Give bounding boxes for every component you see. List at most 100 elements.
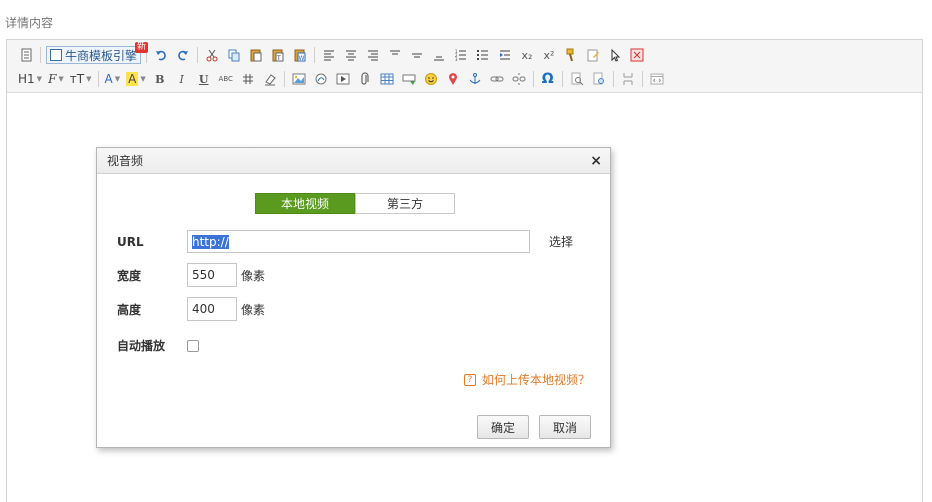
toolbar-separator <box>283 71 285 87</box>
url-input[interactable]: http:// <box>187 230 530 253</box>
special-chars-button[interactable]: Ω <box>537 69 559 89</box>
width-input[interactable]: 550 <box>187 263 237 287</box>
page-break-icon[interactable] <box>617 69 639 89</box>
toolbar-row-2: H1 ▼ F ▼ тT ▼ A ▼ A ▼ B I U ABC Ω <box>15 67 918 91</box>
attachment-icon[interactable] <box>354 69 376 89</box>
toolbar-separator <box>532 71 534 87</box>
chevron-down-icon: ▼ <box>140 75 146 83</box>
font-size-label: тT <box>69 72 85 86</box>
italic-button[interactable]: I <box>171 69 193 89</box>
code-block-icon[interactable] <box>646 69 668 89</box>
image-icon[interactable] <box>288 69 310 89</box>
table-icon[interactable] <box>376 69 398 89</box>
highlight-label: A <box>126 72 139 86</box>
valign-top-icon[interactable] <box>384 45 406 65</box>
url-label: URL <box>117 234 144 249</box>
toolbar-separator <box>197 47 199 63</box>
eraser-icon[interactable] <box>259 69 281 89</box>
anchor-icon[interactable] <box>464 69 486 89</box>
toolbar-separator <box>40 47 41 63</box>
source-code-icon[interactable] <box>15 45 37 65</box>
redo-icon[interactable] <box>172 45 194 65</box>
paste-word-icon[interactable]: W <box>289 45 311 65</box>
width-label: 宽度 <box>117 268 142 283</box>
video-dialog: 视音频 × 本地视频 第三方 URL http:// 选择 宽度 550 像素 … <box>96 147 611 448</box>
height-row: 高度 400 像素 <box>117 297 265 321</box>
font-color-dropdown[interactable]: A ▼ <box>102 69 124 89</box>
format-painter-icon[interactable] <box>560 45 582 65</box>
valign-middle-icon[interactable] <box>406 45 428 65</box>
chevron-down-icon: ▼ <box>36 75 43 83</box>
dialog-title-bar[interactable]: 视音频 × <box>97 148 610 174</box>
chevron-down-icon: ▼ <box>58 75 64 83</box>
paste-icon[interactable] <box>245 45 267 65</box>
svg-text:T: T <box>276 55 281 62</box>
template-engine-button[interactable]: 牛商模板引擎 新 <box>46 42 149 64</box>
valign-bottom-icon[interactable] <box>428 45 450 65</box>
close-icon[interactable]: × <box>590 153 602 169</box>
auto-format-icon[interactable] <box>582 45 604 65</box>
unordered-list-icon[interactable] <box>472 45 494 65</box>
hash-icon[interactable] <box>237 69 259 89</box>
width-unit: 像素 <box>241 268 266 283</box>
choose-file-button[interactable]: 选择 <box>549 233 573 250</box>
superscript-icon[interactable]: x² <box>538 45 560 65</box>
toolbar-separator <box>612 71 614 87</box>
highlight-dropdown[interactable]: A ▼ <box>123 69 149 89</box>
svg-text:3: 3 <box>455 57 458 62</box>
new-badge: 新 <box>135 42 149 53</box>
template-engine-label: 牛商模板引擎 <box>65 48 138 63</box>
strikethrough-button[interactable]: ABC <box>215 69 237 89</box>
link-icon[interactable] <box>486 69 508 89</box>
underline-button[interactable]: U <box>193 69 215 89</box>
ordered-list-icon[interactable]: 123 <box>450 45 472 65</box>
font-family-label: F <box>48 72 57 86</box>
chevron-down-icon: ▼ <box>86 75 92 83</box>
bold-button[interactable]: B <box>149 69 171 89</box>
autoplay-checkbox[interactable] <box>187 339 199 352</box>
height-input[interactable]: 400 <box>187 297 237 321</box>
toolbar-separator <box>641 71 643 87</box>
cancel-button[interactable]: 取消 <box>539 415 591 439</box>
toolbar-row-1: 牛商模板引擎 新 T W 123 x₂ x² <box>15 42 918 67</box>
heading-dropdown[interactable]: H1 ▼ <box>15 69 45 89</box>
preview-icon[interactable] <box>588 69 610 89</box>
insert-frame-icon[interactable] <box>398 69 420 89</box>
chevron-down-icon: ▼ <box>114 75 121 83</box>
map-pin-icon[interactable] <box>442 69 464 89</box>
emotion-icon[interactable] <box>420 69 442 89</box>
paste-text-icon[interactable]: T <box>267 45 289 65</box>
unlink-icon[interactable] <box>508 69 530 89</box>
toolbar-separator <box>561 71 563 87</box>
clear-document-icon[interactable] <box>626 45 648 65</box>
template-icon <box>50 49 62 61</box>
indent-icon[interactable] <box>494 45 516 65</box>
autoplay-row: 自动播放 <box>117 337 199 354</box>
search-replace-icon[interactable] <box>566 69 588 89</box>
dialog-title: 视音频 <box>107 154 144 168</box>
align-center-icon[interactable] <box>340 45 362 65</box>
tab-third-party[interactable]: 第三方 <box>355 193 455 214</box>
width-row: 宽度 550 像素 <box>117 263 265 287</box>
align-right-icon[interactable] <box>362 45 384 65</box>
scrawl-icon[interactable] <box>310 69 332 89</box>
select-all-icon[interactable] <box>604 45 626 65</box>
align-left-icon[interactable] <box>318 45 340 65</box>
height-unit: 像素 <box>241 302 266 317</box>
font-size-dropdown[interactable]: тT ▼ <box>67 69 95 89</box>
cut-icon[interactable] <box>201 45 223 65</box>
video-source-tabs: 本地视频 第三方 <box>255 193 455 214</box>
undo-icon[interactable] <box>150 45 172 65</box>
video-icon[interactable] <box>332 69 354 89</box>
editor-toolbar: 牛商模板引擎 新 T W 123 x₂ x² H1 ▼ F ▼ тT ▼ A ▼… <box>7 40 922 93</box>
font-family-dropdown[interactable]: F ▼ <box>45 69 67 89</box>
tab-local-video[interactable]: 本地视频 <box>255 193 355 214</box>
upload-help-link[interactable]: ? 如何上传本地视频？ <box>463 371 590 388</box>
toolbar-separator <box>97 71 99 87</box>
copy-icon[interactable] <box>223 45 245 65</box>
section-label: 详情内容 <box>5 16 54 30</box>
height-label: 高度 <box>117 302 142 317</box>
confirm-button[interactable]: 确定 <box>477 415 529 439</box>
subscript-icon[interactable]: x₂ <box>516 45 538 65</box>
font-color-label: A <box>104 72 113 86</box>
